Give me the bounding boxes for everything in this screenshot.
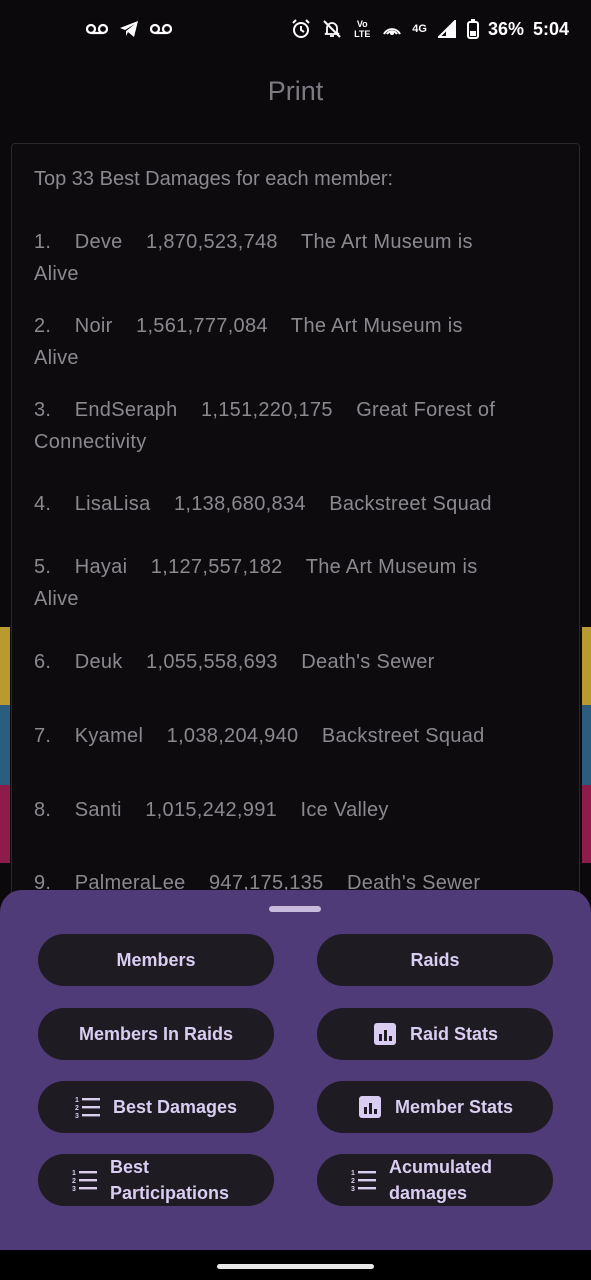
bar-chart-icon	[357, 1094, 383, 1120]
stripe-blue-left	[0, 705, 10, 785]
best-participations-button[interactable]: 123 Best Participations	[38, 1154, 274, 1206]
clock: 5:04	[532, 18, 569, 39]
print-text-card[interactable]: Top 33 Best Damages for each member: 1. …	[11, 143, 580, 903]
voicemail-icon	[86, 18, 108, 40]
members-button-label: Members	[116, 950, 196, 970]
member-stats-button[interactable]: Member Stats	[317, 1081, 553, 1133]
svg-text:2: 2	[351, 1178, 355, 1185]
hotspot-icon	[381, 18, 403, 40]
status-bar: Vo LTE 4G 36% 5:04	[0, 0, 591, 60]
damage-entry: 4. LisaLisa 1,138,680,834 Backstreet Squ…	[34, 493, 492, 515]
stripe-blue-right	[582, 705, 591, 785]
volte-label: Vo LTE	[354, 19, 371, 39]
damage-entry: 8. Santi 1,015,242,991 Ice Valley	[34, 799, 389, 821]
members-in-raids-label: Members In Raids	[78, 1024, 234, 1044]
voicemail-icon	[150, 18, 172, 40]
numbered-list-icon: 123	[72, 1167, 98, 1193]
network-type: 4G	[412, 23, 427, 35]
svg-text:1: 1	[351, 1170, 355, 1177]
svg-text:2: 2	[75, 1105, 79, 1112]
svg-text:3: 3	[351, 1186, 355, 1192]
telegram-icon	[118, 18, 140, 40]
acumulated-damages-label: Acumulated damages	[389, 1157, 493, 1203]
status-left	[86, 18, 172, 40]
battery-percent: 36%	[487, 18, 524, 39]
stripe-magenta-left	[0, 785, 10, 863]
status-right: Vo LTE 4G 36% 5:04	[290, 18, 569, 40]
raid-stats-button[interactable]: Raid Stats	[317, 1008, 553, 1060]
numbered-list-icon: 123	[351, 1167, 377, 1193]
stripe-magenta-right	[582, 785, 591, 863]
damage-entry: 1. Deve 1,870,523,748 The Art Museum is A…	[34, 231, 473, 285]
bar-chart-icon	[372, 1021, 398, 1047]
damage-entry: 7. Kyamel 1,038,204,940 Backstreet Squad	[34, 725, 485, 747]
raids-button-label: Raids	[410, 950, 460, 970]
damage-entry: 5. Hayai 1,127,557,182 The Art Museum is…	[34, 556, 478, 610]
home-gesture-handle[interactable]	[217, 1264, 374, 1269]
damage-entry: 2. Noir 1,561,777,084 The Art Museum is A…	[34, 315, 463, 369]
member-stats-label: Member Stats	[394, 1097, 514, 1117]
svg-text:3: 3	[72, 1186, 76, 1192]
damage-entry: 6. Deuk 1,055,558,693 Death's Sewer	[34, 651, 435, 673]
card-heading: Top 33 Best Damages for each member:	[34, 168, 394, 190]
raid-stats-label: Raid Stats	[409, 1024, 499, 1044]
notifications-off-icon	[321, 18, 343, 40]
svg-text:3: 3	[75, 1113, 79, 1119]
svg-text:1: 1	[75, 1097, 79, 1104]
alarm-icon	[290, 18, 312, 40]
members-in-raids-button[interactable]: Members In Raids	[38, 1008, 274, 1060]
acumulated-damages-button[interactable]: 123 Acumulated damages	[317, 1154, 553, 1206]
members-button[interactable]: Members	[38, 934, 274, 986]
screen: Vo LTE 4G 36% 5:04 Print Top 33 Best Dam…	[0, 0, 591, 1280]
damage-entry: 3. EndSeraph 1,151,220,175 Great Forest …	[34, 399, 496, 453]
signal-icon	[436, 18, 458, 40]
raids-button[interactable]: Raids	[317, 934, 553, 986]
navigation-bar	[0, 1250, 591, 1280]
best-damages-button[interactable]: 123 Best Damages	[38, 1081, 274, 1133]
bottom-sheet: Members Raids Members In Raids Raid Stat…	[0, 890, 591, 1250]
stripe-yellow-left	[0, 627, 10, 705]
best-participations-label: Best Participations	[110, 1157, 230, 1203]
stripe-yellow-right	[582, 627, 591, 705]
svg-text:1: 1	[72, 1170, 76, 1177]
battery-icon	[466, 18, 479, 40]
best-damages-label: Best Damages	[112, 1097, 238, 1117]
svg-text:2: 2	[72, 1178, 76, 1185]
numbered-list-icon: 123	[75, 1094, 101, 1120]
page-title: Print	[267, 76, 324, 106]
drag-handle[interactable]	[269, 906, 321, 912]
